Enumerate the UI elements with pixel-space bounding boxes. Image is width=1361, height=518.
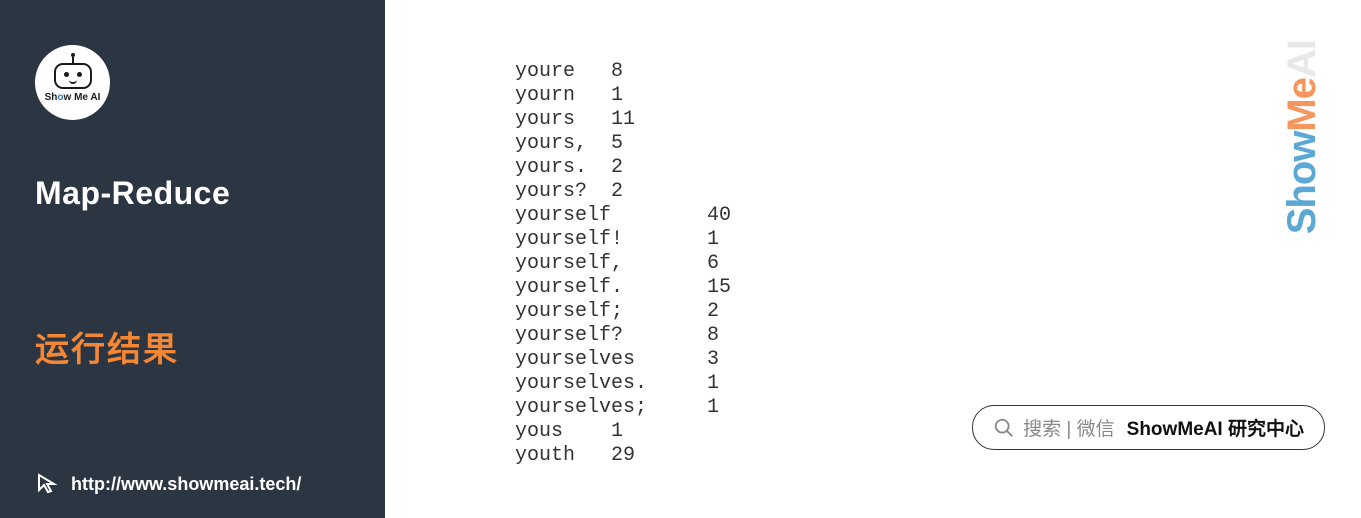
search-badge: 搜索 | 微信 ShowMeAI 研究中心 xyxy=(972,405,1325,450)
section-heading: 运行结果 xyxy=(35,322,350,371)
search-label: 搜索 | 微信 xyxy=(1023,414,1115,441)
logo-text: Show Me AI xyxy=(45,92,101,103)
logo-robot-icon xyxy=(54,63,92,89)
logo: Show Me AI xyxy=(35,45,350,120)
logo-circle: Show Me AI xyxy=(35,45,110,120)
search-brand: ShowMeAI 研究中心 xyxy=(1127,414,1304,441)
watermark: ShowMeAI xyxy=(1280,40,1325,234)
site-url: http://www.showmeai.tech/ xyxy=(71,474,301,495)
search-icon xyxy=(993,417,1015,439)
main-content: youre 8 yourn 1 yours 11 yours, 5 yours.… xyxy=(385,0,1361,518)
page-title: Map-Reduce xyxy=(35,175,350,212)
sidebar-footer: http://www.showmeai.tech/ xyxy=(35,472,301,496)
cursor-icon xyxy=(35,472,59,496)
sidebar: Show Me AI Map-Reduce 运行结果 http://www.sh… xyxy=(0,0,385,518)
